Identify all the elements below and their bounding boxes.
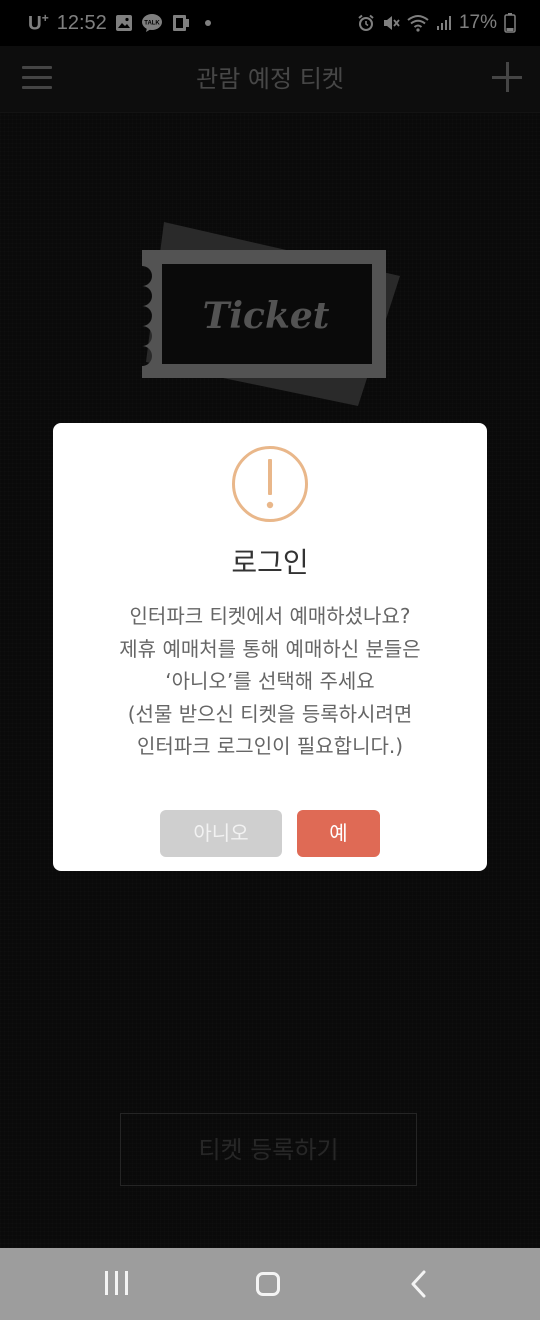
system-nav-bar	[0, 1248, 540, 1320]
message-line: (선물 받으신 티켓을 등록하시려면	[127, 701, 413, 726]
yes-button[interactable]: 예	[297, 810, 380, 857]
recents-button[interactable]	[103, 1271, 131, 1297]
dialog-message: 인터파크 티켓에서 예매하셨나요? 제휴 예매처를 통해 예매하신 분들은 ‘아…	[53, 600, 487, 763]
recents-icon	[105, 1271, 108, 1295]
back-button[interactable]	[408, 1270, 432, 1298]
back-icon	[411, 1270, 426, 1298]
exclamation-icon	[232, 446, 308, 522]
message-line: 인터파크 티켓에서 예매하셨나요?	[129, 604, 411, 628]
dialog-title: 로그인	[231, 546, 309, 579]
no-button[interactable]: 아니오	[160, 810, 282, 857]
home-button[interactable]	[256, 1272, 280, 1296]
login-dialog: 로그인 인터파크 티켓에서 예매하셨나요? 제휴 예매처를 통해 예매하신 분들…	[53, 423, 487, 871]
message-line: 인터파크 로그인이 필요합니다.)	[136, 734, 404, 758]
message-line: 제휴 예매처를 통해 예매하신 분들은	[119, 636, 421, 661]
message-line: ‘아니오’를 선택해 주세요	[165, 669, 375, 693]
